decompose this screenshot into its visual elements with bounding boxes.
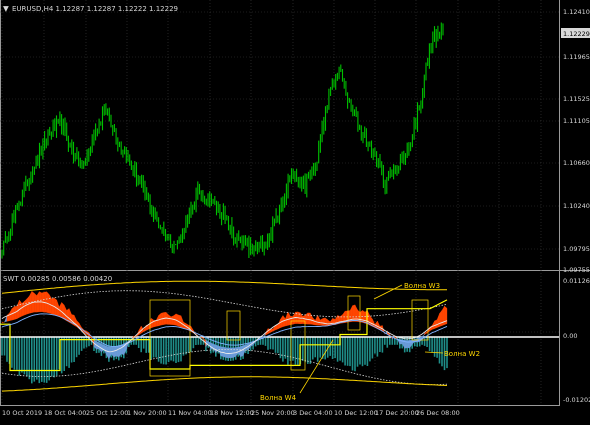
wave-label-w4: Волна W4 — [260, 394, 297, 402]
x-tick-label: 26 Dec 08:00 — [416, 409, 460, 417]
y-tick-label: 1.10240 — [563, 202, 590, 210]
x-tick-label: 17 Dec 20:00 — [375, 409, 419, 417]
swt-fill-segment — [46, 291, 50, 314]
swt-fill-segment — [170, 315, 174, 325]
x-tick-label: 11 Nov 04:00 — [168, 409, 212, 417]
x-tick-label: 10 Dec 12:00 — [334, 409, 378, 417]
swt-fill-segment — [220, 346, 224, 357]
triangle-down-icon[interactable]: ▼ — [3, 4, 9, 13]
wave-label-w2: Волна W2 — [444, 350, 480, 358]
x-tick-label: 25 Oct 12:00 — [86, 409, 128, 417]
swt-fill-segment — [307, 312, 311, 325]
swt-fill-segment — [116, 345, 119, 358]
swt-fill-segment — [21, 300, 25, 317]
swt-y-tick-label: 0.00 — [563, 332, 577, 340]
y-tick-label: 1.10660 — [563, 159, 590, 167]
wave-label-w3: Волна W3 — [404, 282, 440, 290]
chart-window[interactable]: ▼ EURUSD,H4 1.12287 1.12287 1.12222 1.12… — [0, 0, 590, 421]
chart-canvas[interactable]: ▼ EURUSD,H4 1.12287 1.12287 1.12222 1.12… — [0, 0, 590, 421]
swt-fill-segment — [322, 317, 326, 326]
swt-fill-segment — [34, 292, 37, 313]
y-tick-label: 1.11965 — [563, 53, 590, 61]
y-tick-label: 1.09795 — [563, 245, 590, 253]
y-tick-label: 1.11105 — [563, 117, 590, 125]
swt-fill-segment — [434, 319, 438, 329]
y-tick-label: 1.12410 — [563, 8, 590, 16]
swt-y-tick-label: 0.01126 — [563, 277, 590, 285]
swt-fill-segment — [24, 298, 28, 316]
swt-fill-segment — [240, 345, 244, 358]
x-tick-label: 1 Nov 20:00 — [127, 409, 167, 417]
x-tick-label: 18 Oct 04:00 — [44, 409, 86, 417]
x-tick-label: 10 Oct 2019 — [2, 409, 42, 417]
y-tick-label: 1.11525 — [563, 95, 590, 103]
swt-fill-segment — [61, 302, 65, 320]
swt-y-tick-label: -0.01202 — [563, 396, 590, 404]
x-tick-label: 18 Nov 12:00 — [210, 409, 254, 417]
swt-fill-segment — [407, 340, 410, 349]
x-tick-label: 3 Dec 04:00 — [293, 409, 333, 417]
swt-fill-segment — [178, 314, 182, 328]
price-tag-label: 1.12229 — [563, 30, 590, 38]
x-tick-label: 25 Nov 20:00 — [251, 409, 295, 417]
swt-fill-segment — [113, 346, 117, 358]
swt-fill-segment — [168, 314, 172, 325]
main-title: EURUSD,H4 1.12287 1.12287 1.12222 1.1222… — [12, 5, 178, 13]
y-tick-label: 1.09755 — [563, 266, 590, 274]
sub-title: SWT 0.00285 0.00586 0.00420 — [3, 275, 112, 283]
x-axis: 10 Oct 2019 18 Oct 04:00 25 Oct 12:00 1 … — [2, 409, 460, 417]
